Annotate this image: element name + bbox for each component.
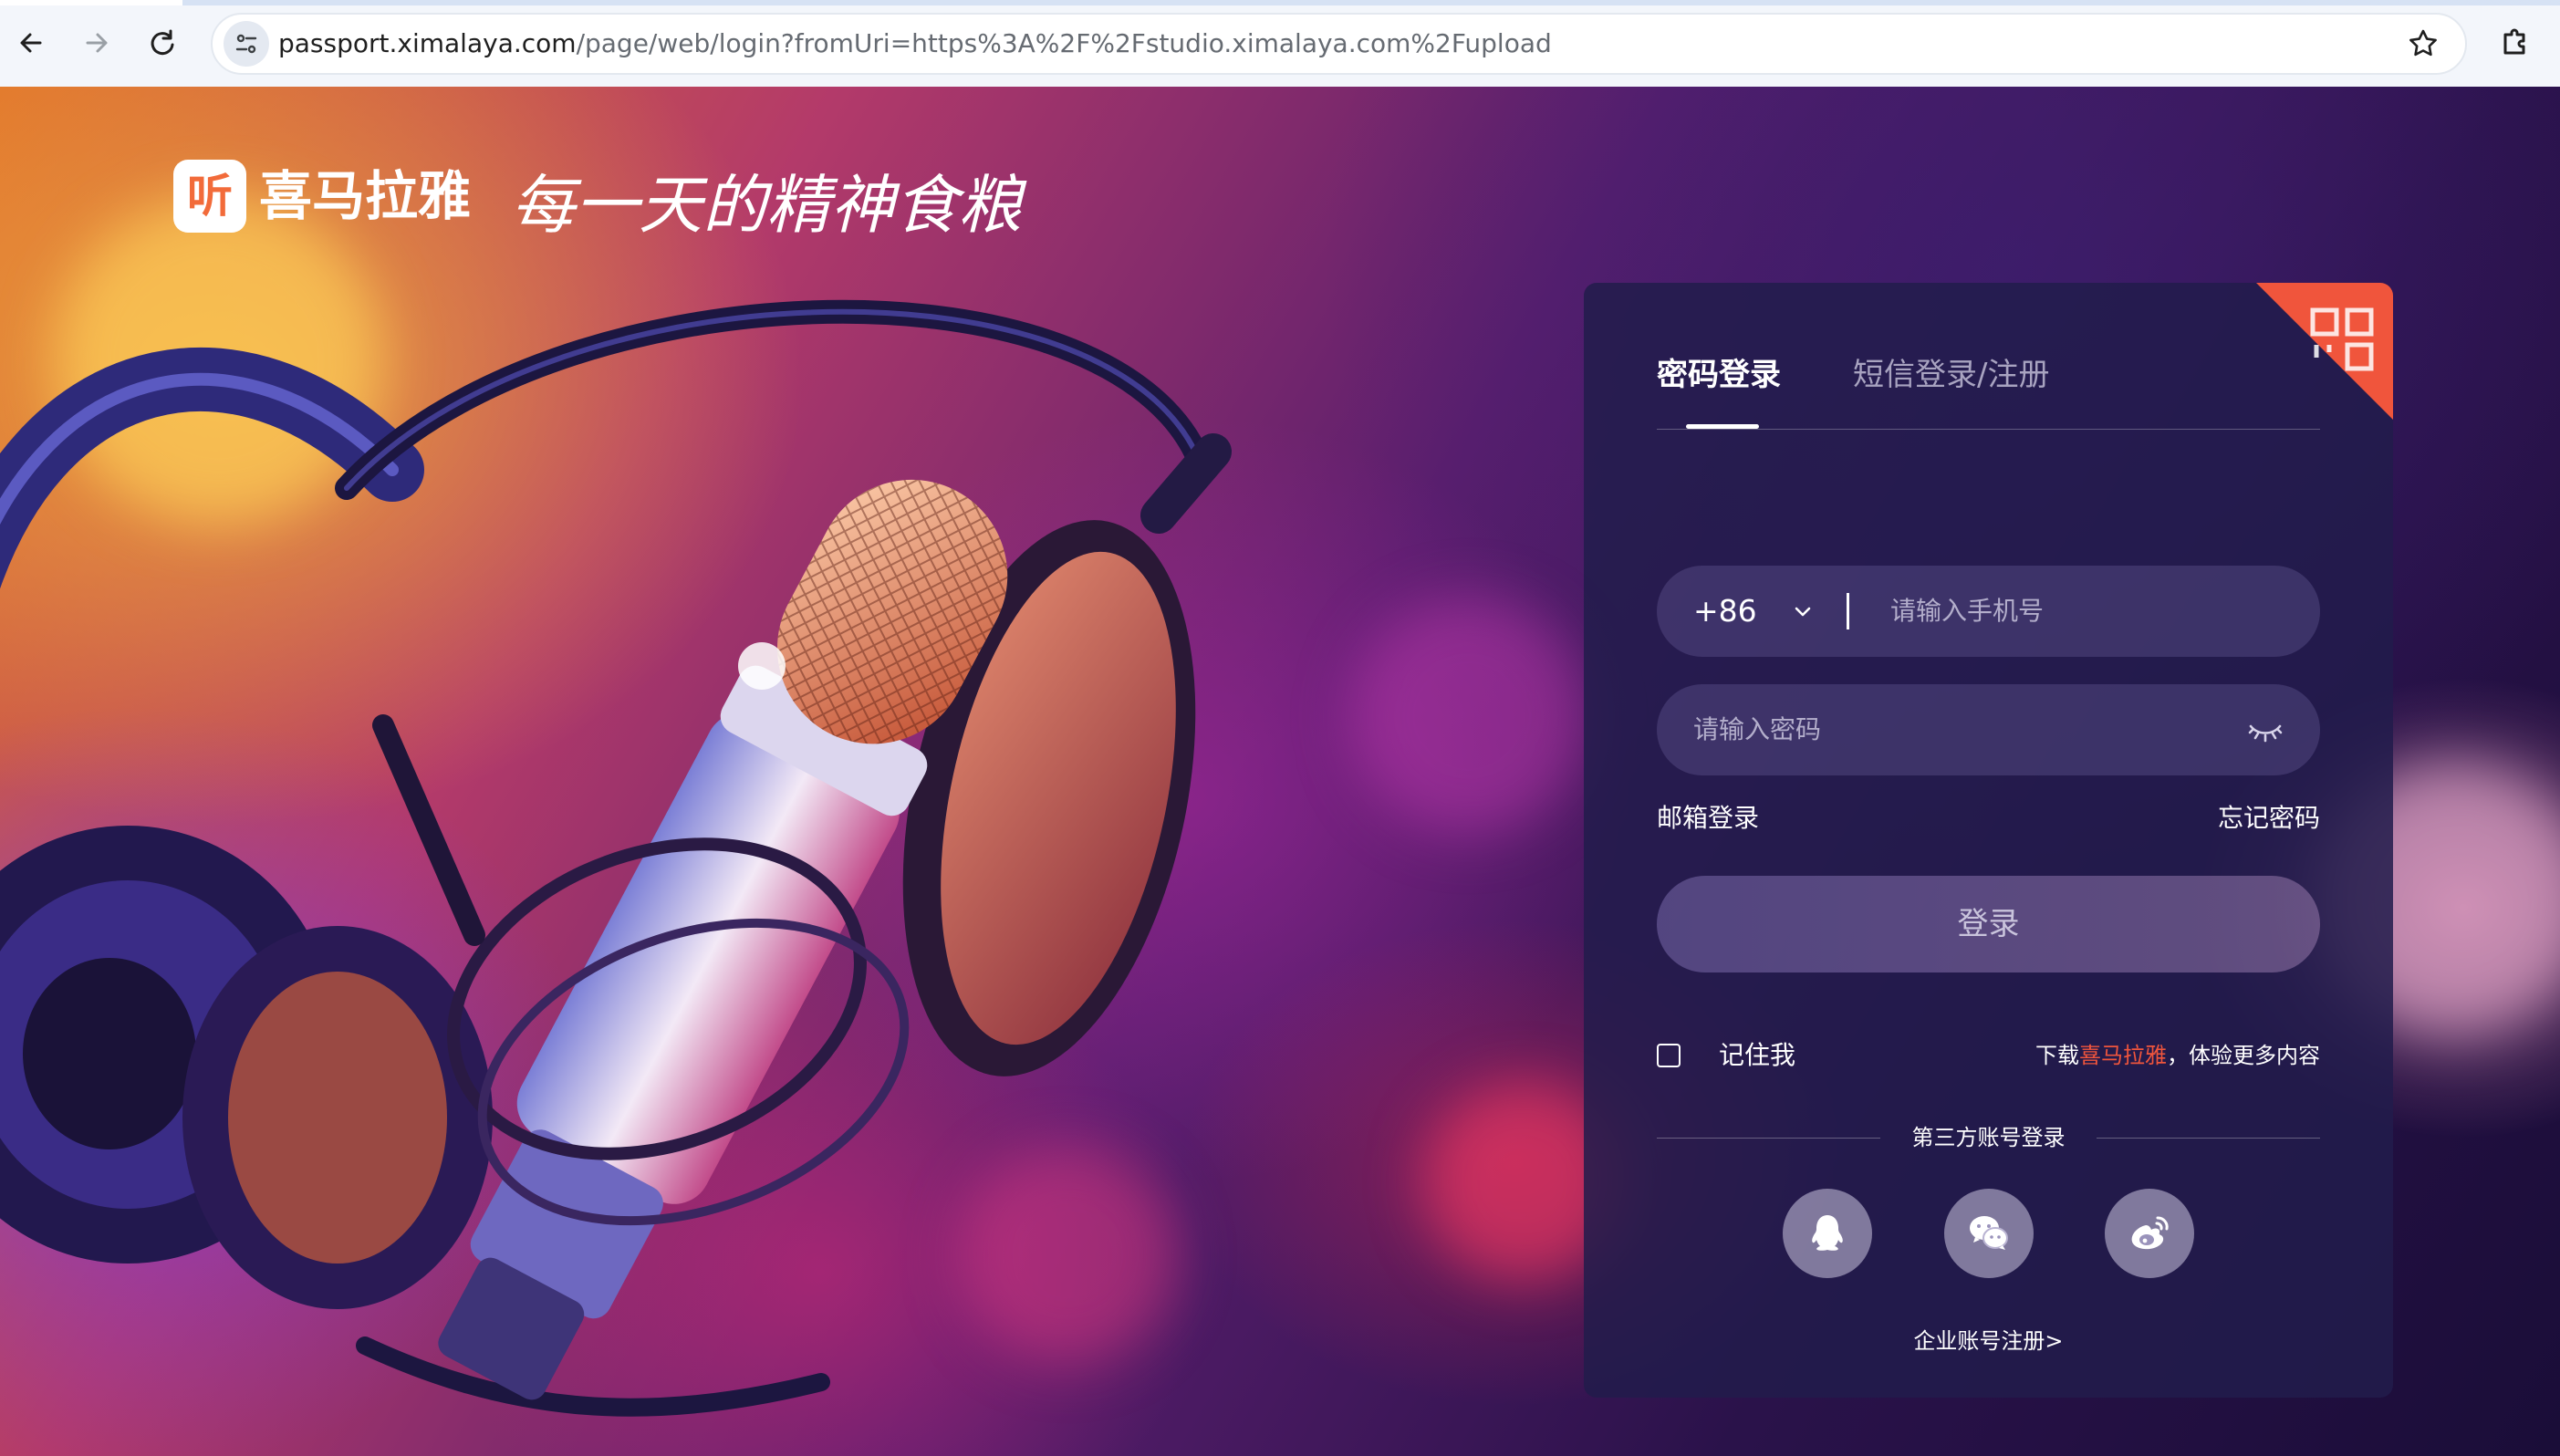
email-login-link[interactable]: 邮箱登录 [1657,798,1759,838]
download-brand[interactable]: 喜马拉雅 [2079,1043,2167,1068]
ximalaya-logo[interactable]: 听 [173,160,246,233]
country-code-select[interactable]: +86 [1693,588,1757,634]
address-bar[interactable]: passport.ximalaya.com/page/web/login?fro… [211,13,2467,75]
phone-input[interactable]: 请输入手机号 [1890,592,2044,630]
forgot-password-link[interactable]: 忘记密码 [2218,798,2320,838]
auth-links-row: 邮箱登录 忘记密码 [1657,798,2320,838]
brand-slogan: 每一天的精神食粮 [511,168,1022,243]
active-tab-indicator [1686,424,1759,429]
remember-me-label[interactable]: 记住我 [1719,1035,1795,1076]
chevron-down-icon[interactable] [1792,600,1814,622]
weibo-login-button[interactable] [2105,1189,2194,1278]
download-prefix: 下载 [2035,1043,2079,1068]
third-party-divider: 第三方账号登录 [1657,1118,2320,1158]
tab-strip [0,0,2560,5]
logo-glyph: 听 [187,170,233,223]
qq-login-button[interactable] [1783,1189,1872,1278]
url-host: passport.ximalaya.com [278,28,577,58]
login-tabs: 密码登录 短信登录/注册 [1657,338,2320,430]
download-suffix: ，体验更多内容 [2167,1043,2320,1068]
bookmark-star-icon[interactable] [2407,27,2440,60]
wechat-icon [1970,1216,2008,1250]
hero-background: 听 喜马拉雅 每一天的精神食粮 密码登录 短信登录/注册 +86 请输入手机号 [0,87,2560,1456]
enterprise-register-link[interactable]: 企业账号注册> [1584,1323,2393,1359]
url-text[interactable]: passport.ximalaya.com/page/web/login?fro… [278,27,1552,60]
eye-closed-icon[interactable] [2247,713,2284,746]
phone-field[interactable]: +86 请输入手机号 [1657,566,2320,657]
password-input[interactable]: 请输入密码 [1693,711,1821,749]
weibo-icon [2131,1216,2169,1250]
browser-toolbar: passport.ximalaya.com/page/web/login?fro… [0,0,2560,88]
remember-me-checkbox[interactable] [1657,1044,1681,1067]
extensions-icon[interactable] [2498,24,2534,60]
login-button[interactable]: 登录 [1657,876,2320,972]
remember-row: 记住我 下载喜马拉雅，体验更多内容 [1657,1033,2320,1078]
password-field[interactable]: 请输入密码 [1657,684,2320,775]
divider-line [2097,1138,2320,1139]
forward-arrow-icon[interactable] [78,25,115,61]
login-card: 密码登录 短信登录/注册 +86 请输入手机号 请输入密码 邮箱登录 忘记密码 … [1584,283,2393,1398]
url-path: /page/web/login?fromUri=https%3A%2F%2Fst… [576,28,1552,58]
tab-sms-login[interactable]: 短信登录/注册 [1853,352,2049,398]
wechat-login-button[interactable] [1944,1189,2034,1278]
field-divider [1847,593,1849,629]
download-app-link[interactable]: 下载喜马拉雅，体验更多内容 [2035,1037,2320,1074]
brand-name: 喜马拉雅 [259,165,472,227]
microphone-headphones-illustration [0,299,1232,1417]
qq-icon [1812,1215,1843,1251]
bokeh-light [1350,598,1587,835]
reload-icon[interactable] [144,25,181,61]
back-arrow-icon[interactable] [13,25,49,61]
site-info-icon[interactable] [224,21,269,67]
active-tab-edge [0,0,182,5]
tab-password-login[interactable]: 密码登录 [1657,352,1781,398]
